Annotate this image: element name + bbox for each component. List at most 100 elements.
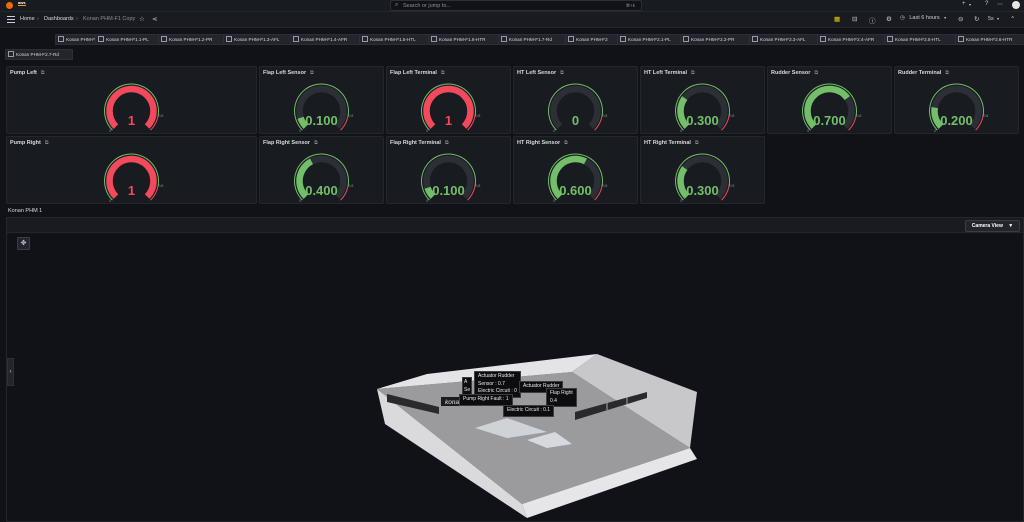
search-icon: ⌕	[395, 2, 399, 8]
gauge-tick-label: 0	[680, 199, 682, 203]
add-icon[interactable]: +	[962, 1, 966, 7]
variable-chip-label: Konan PHM-F1.6-HTR	[439, 37, 486, 42]
gauge-tick-label: 0	[553, 129, 555, 133]
time-range-label: Last 6 hours	[909, 15, 940, 21]
tooltip-circuit: Electric Circuit : 0.1	[507, 407, 551, 413]
tooltip-pump-right: Pump Right Fault : 1	[459, 394, 513, 406]
chevron-down-icon[interactable]: ▾	[969, 2, 971, 7]
breadcrumb-home[interactable]: Home	[20, 16, 35, 22]
tooltip-title: Flap Right	[550, 390, 573, 396]
gauge-panel[interactable]: HT Left Terminal ⧉ 0 0.8 0.300	[640, 66, 765, 134]
variable-chip[interactable]: Konan PHM-F2.1-PL	[617, 34, 682, 45]
row-title[interactable]: Konan PHM 1	[8, 208, 42, 214]
variable-chip[interactable]: Konan PHM-F1.5-HTL	[359, 34, 430, 45]
variable-chip[interactable]: Konan PHM-F1.4-AFR	[290, 34, 361, 45]
variable-chip[interactable]: Konan PHM-F2.4-AFR	[817, 34, 886, 45]
gauge-panel[interactable]: Flap Right Sensor ⧉ 0 0.8 0.400	[259, 136, 384, 204]
breadcrumb-separator: ›	[37, 16, 39, 22]
time-range-picker[interactable]: ◷ Last 6 hours ▾	[900, 15, 946, 21]
grafana-logo-icon[interactable]	[6, 2, 13, 9]
menu-icon[interactable]	[7, 16, 15, 25]
gauge-tick-label: 0	[426, 129, 428, 133]
variable-chip[interactable]: Konan PHM-F1.3-AFL	[223, 34, 292, 45]
gauge-value: 0.100	[432, 183, 465, 198]
gauge-value: 0.300	[686, 113, 719, 128]
variable-chip[interactable]: Konan PHM-F1	[55, 34, 98, 45]
user-avatar[interactable]	[1012, 1, 1020, 9]
gauge-panel[interactable]: Pump Left ⧉ 0 0.8 1	[6, 66, 257, 134]
gauge-panel[interactable]: HT Right Sensor ⧉ 0 0.8 0.600	[513, 136, 638, 204]
gauge-panel[interactable]: Rudder Terminal ⧉ 0 0.8 0.200	[894, 66, 1019, 134]
gauge-panel[interactable]: Rudder Sensor ⧉ 0 0.8 0.700	[767, 66, 892, 134]
gauge-panel[interactable]: HT Right Terminal ⧉ 0 0.8 0.300	[640, 136, 765, 204]
variable-chip-label: Konan PHM-F2.2-PR	[691, 37, 735, 42]
variable-chip[interactable]: Konan PHM-F1.2-PR	[158, 34, 225, 45]
variable-chip-label: Konan PHM-F2.7-Rd	[16, 52, 59, 57]
checkbox-icon	[98, 36, 104, 42]
gauge-tick-label: 0	[299, 199, 301, 203]
aws-logo-underline	[18, 5, 26, 6]
variable-chip[interactable]: Konan PHM-F1.1-PL	[95, 34, 160, 45]
news-icon[interactable]: ⋯	[997, 1, 1003, 8]
gauge-tick-label: 0	[934, 129, 936, 133]
chevron-down-icon[interactable]: ▾	[997, 16, 999, 21]
gauge-panel[interactable]: Flap Left Terminal ⧉ 0 0.8 1	[386, 66, 511, 134]
clock-icon: ◷	[900, 15, 905, 21]
add-panel-icon[interactable]: ▦	[834, 15, 840, 23]
tooltip-partial-se: Se	[464, 386, 471, 393]
breadcrumb-separator: ›	[76, 16, 78, 22]
variable-chip[interactable]: Konan PHM-F1.6-HTR	[428, 34, 500, 45]
star-icon[interactable]: ☆	[139, 15, 145, 23]
search-bar[interactable]: ⌕ Search or jump to... ⌘+k	[390, 0, 642, 11]
gauge-panel[interactable]: Flap Right Terminal ⧉ 0 0.8 0.100	[386, 136, 511, 204]
gear-icon[interactable]: ⚙	[886, 15, 892, 23]
checkbox-icon	[161, 36, 167, 42]
refresh-interval[interactable]: 5s	[988, 16, 994, 22]
scene-header: Camera View ▼	[7, 218, 1023, 233]
gauge-tick-label: 0	[109, 129, 111, 133]
top-bar: aws ⌕ Search or jump to... ⌘+k + ▾ ? ⋯	[0, 0, 1024, 12]
gauge-panel[interactable]: Pump Right ⧉ 0 0.8 1	[6, 136, 257, 204]
gauge-value: 1	[444, 113, 453, 128]
variable-chip[interactable]: Konan PHM-F2	[565, 34, 619, 45]
variable-chip-label: Konan PHM-F2.5-HTL	[895, 37, 941, 42]
refresh-icon[interactable]: ↻	[974, 15, 979, 23]
variable-chip-label: Konan PHM-F1.3-AFL	[234, 37, 280, 42]
variable-chip-label: Konan PHM-F1.2-PR	[169, 37, 213, 42]
breadcrumb-dashboards[interactable]: Dashboards	[44, 16, 74, 22]
chevron-down-icon: ▾	[944, 15, 947, 20]
variable-chip[interactable]: Konan PHM-F2.2-PR	[680, 34, 751, 45]
expand-sidebar-icon[interactable]: ›	[7, 358, 14, 386]
variable-chip-label: Konan PHM-F2	[576, 37, 608, 42]
camera-view-button[interactable]: Camera View ▼	[965, 220, 1020, 232]
save-icon[interactable]: ⊟	[852, 15, 857, 23]
variable-chip[interactable]: Konan PHM-F2.7-Rd	[5, 49, 73, 60]
gauge-tick-label: 0	[553, 199, 555, 203]
variable-chip-label: Konan PHM-F1.1-PL	[106, 37, 149, 42]
checkbox-icon	[293, 36, 299, 42]
variable-chip-label: Konan PHM-F2.6-HTR	[966, 37, 1013, 42]
variable-chip[interactable]: Konan PHM-F2.6-HTR	[955, 34, 1024, 45]
move-icon[interactable]: ✥	[17, 237, 30, 250]
search-placeholder: Search or jump to...	[403, 2, 451, 9]
gauge-value: 1	[127, 183, 136, 198]
gauge-tick-label: 0	[680, 129, 682, 133]
checkbox-icon	[501, 36, 507, 42]
help-icon[interactable]: ?	[985, 1, 988, 7]
camera-view-label: Camera View	[971, 223, 1003, 229]
zoom-out-icon[interactable]: ⊖	[958, 15, 963, 23]
gauge-value: 0	[571, 113, 580, 128]
variable-chip[interactable]: Konan PHM-F1.7-Rd	[498, 34, 567, 45]
variable-chip[interactable]: Konan PHM-F2.5-HTL	[884, 34, 957, 45]
tooltip-flap-right-circuit: Electric Circuit : 0.1	[503, 405, 555, 417]
share-icon[interactable]: ⋖	[152, 15, 157, 23]
gauge-panel[interactable]: Flap Left Sensor ⧉ 0 0.8 0.100	[259, 66, 384, 134]
checkbox-icon	[887, 36, 893, 42]
gauge-value: 0.300	[686, 183, 719, 198]
info-icon[interactable]: ⓘ	[869, 15, 876, 25]
gauge-panel[interactable]: HT Left Sensor ⧉ 0 0.8 0	[513, 66, 638, 134]
checkbox-icon	[431, 36, 437, 42]
caret-down-icon: ▼	[1008, 223, 1014, 229]
collapse-icon[interactable]: ⌃	[1010, 15, 1015, 23]
variable-chip[interactable]: Konan PHM-F2.3-AFL	[749, 34, 819, 45]
